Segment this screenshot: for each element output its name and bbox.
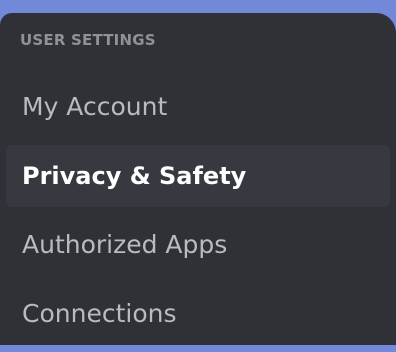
sidebar-item-connections[interactable]: Connections xyxy=(6,283,390,345)
settings-menu: My Account Privacy & Safety Authorized A… xyxy=(6,76,390,352)
sidebar-item-authorized-apps[interactable]: Authorized Apps xyxy=(6,214,390,276)
section-header: USER SETTINGS xyxy=(20,31,156,49)
user-settings-sidebar: USER SETTINGS My Account Privacy & Safet… xyxy=(0,13,396,345)
sidebar-item-privacy-safety[interactable]: Privacy & Safety xyxy=(6,145,390,207)
sidebar-item-my-account[interactable]: My Account xyxy=(6,76,390,138)
